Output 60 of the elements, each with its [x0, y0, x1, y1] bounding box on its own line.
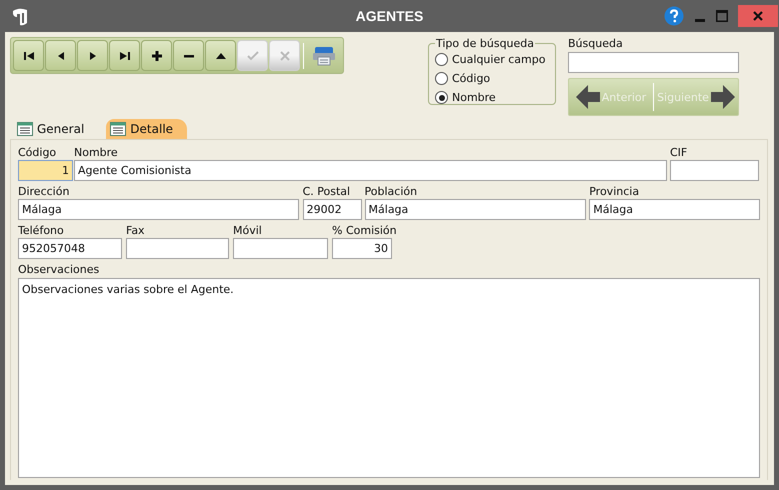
- help-icon[interactable]: [664, 6, 684, 26]
- radio-button[interactable]: [435, 53, 448, 66]
- left-arrow-icon: [576, 85, 600, 109]
- field-label: Móvil: [233, 224, 263, 237]
- field-label: Población: [364, 185, 418, 198]
- close-button[interactable]: [738, 5, 778, 27]
- list-icon: [17, 122, 33, 136]
- add-button[interactable]: [141, 40, 172, 71]
- radio-label: Cualquier campo: [452, 53, 546, 66]
- close-icon: [278, 50, 290, 60]
- remove-button[interactable]: [173, 40, 204, 71]
- input-field[interactable]: Málaga: [364, 199, 586, 220]
- last-icon: [118, 50, 130, 60]
- last-button[interactable]: [109, 40, 140, 71]
- field-label: CIF: [670, 146, 688, 159]
- input-field[interactable]: Agente Comisionista: [74, 160, 667, 181]
- input-field[interactable]: 952057048: [18, 238, 122, 259]
- printer-icon: [313, 46, 335, 66]
- field-label: Nombre: [74, 146, 119, 159]
- radio-option[interactable]: Cualquier campo: [435, 50, 547, 69]
- tab[interactable]: Detalle: [106, 119, 188, 139]
- first-icon: [22, 50, 34, 60]
- up-triangle-icon: [214, 50, 226, 60]
- field-label: Teléfono: [18, 224, 65, 237]
- next-button[interactable]: [77, 40, 108, 71]
- radio-option[interactable]: Nombre: [435, 88, 547, 107]
- maximize-icon[interactable]: [716, 10, 728, 22]
- radio-label: Nombre: [452, 91, 496, 104]
- input-field[interactable]: 1: [18, 160, 73, 181]
- input-field[interactable]: Málaga: [18, 199, 299, 220]
- input-field[interactable]: [233, 238, 328, 259]
- field-label: Provincia: [589, 185, 640, 198]
- tab[interactable]: General: [13, 119, 98, 139]
- plus-icon: [150, 50, 162, 60]
- first-button[interactable]: [13, 40, 44, 71]
- radio-button[interactable]: [435, 91, 448, 104]
- search-field[interactable]: [568, 52, 739, 73]
- field-label: Observaciones: [18, 263, 100, 276]
- input-field[interactable]: [670, 160, 759, 181]
- field-label: Fax: [126, 224, 146, 237]
- radio-button[interactable]: [435, 72, 448, 85]
- radio-label: Código: [452, 72, 490, 85]
- radio-option[interactable]: Código: [435, 69, 547, 88]
- prev-button[interactable]: [45, 40, 76, 71]
- up-button[interactable]: [205, 40, 236, 71]
- field-label: Dirección: [18, 185, 70, 198]
- input-field[interactable]: [126, 238, 229, 259]
- check-icon: [246, 50, 258, 60]
- close-icon: [753, 11, 763, 21]
- notes-field[interactable]: Observaciones varias sobre el Agente.: [18, 278, 760, 478]
- list-icon: [110, 122, 126, 136]
- field-label: C. Postal: [302, 185, 352, 198]
- input-field[interactable]: 29002: [302, 199, 362, 220]
- input-field[interactable]: Málaga: [589, 199, 760, 220]
- field-label: Código: [18, 146, 58, 159]
- right-arrow-icon: [710, 85, 735, 109]
- group-title: Tipo de búsqueda: [435, 37, 536, 50]
- search-label: Búsqueda: [568, 37, 624, 50]
- window-title: AGENTES: [356, 8, 424, 24]
- input-field[interactable]: 30: [332, 238, 392, 259]
